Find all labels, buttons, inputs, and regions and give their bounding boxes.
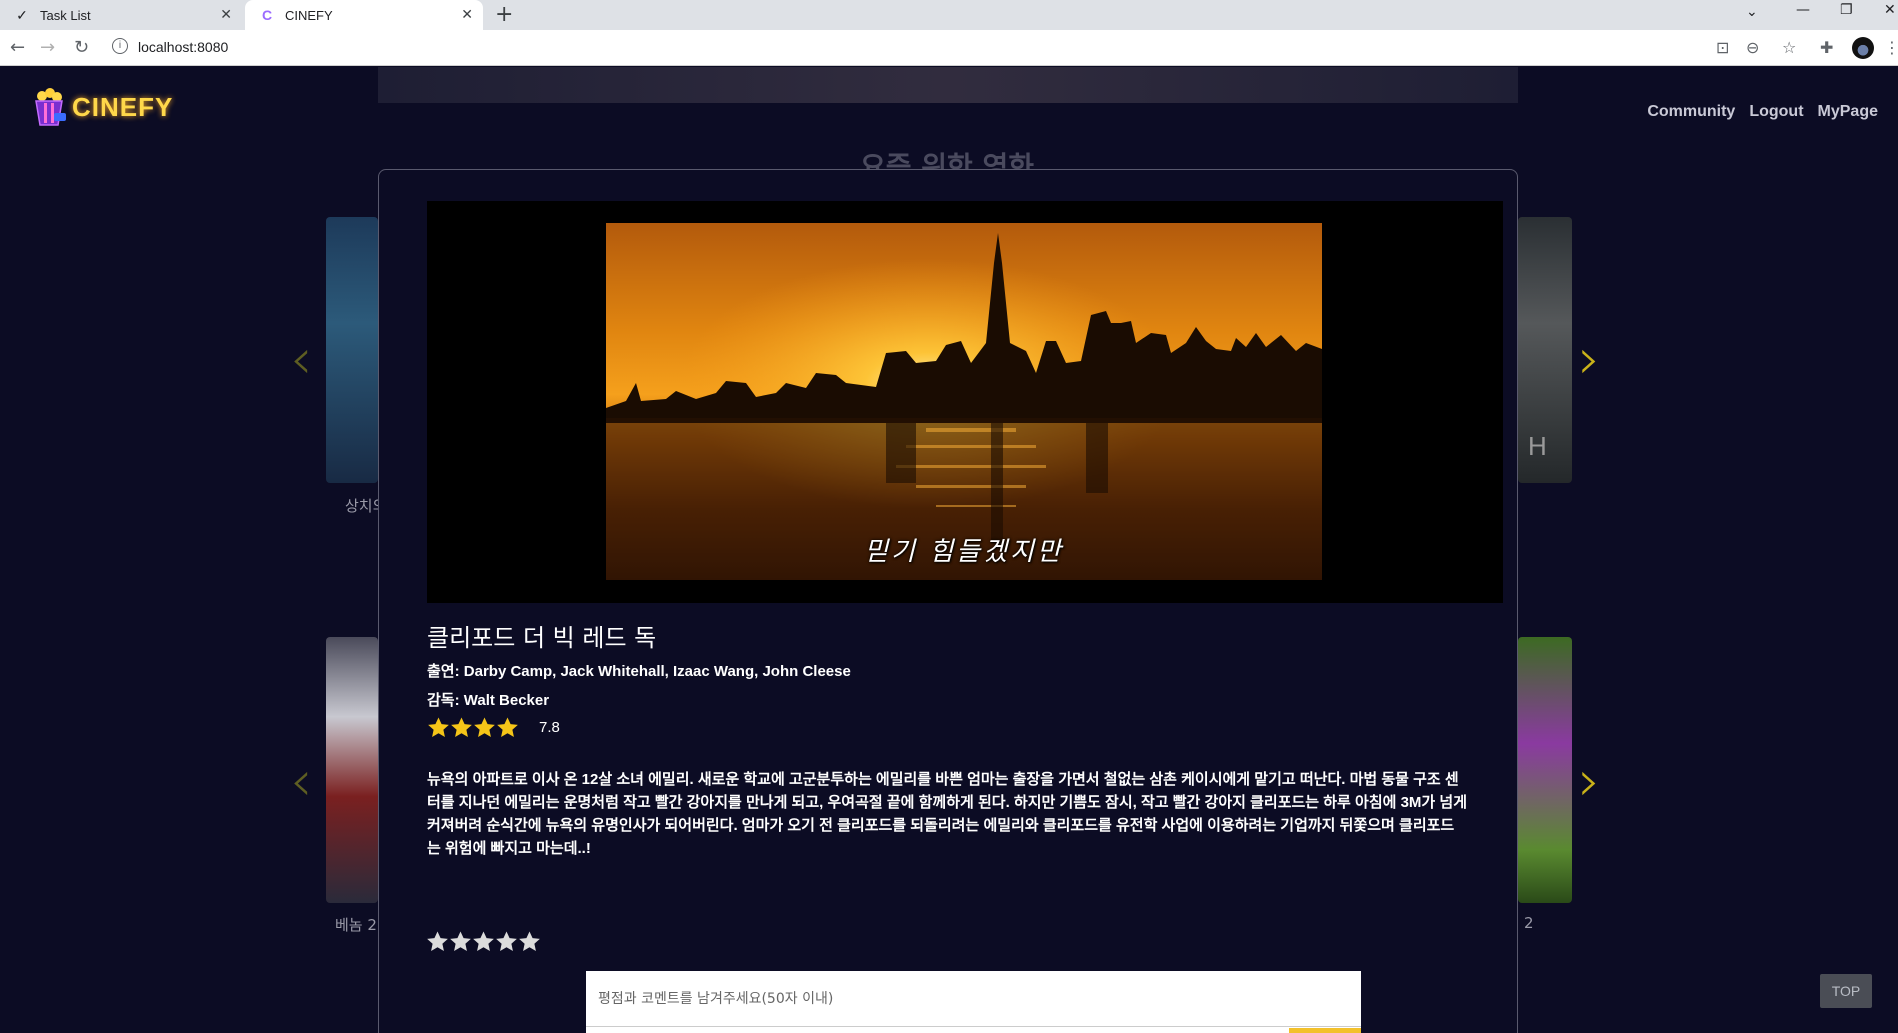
tab-search-icon[interactable]: ⌄ — [1746, 4, 1758, 20]
movie-cast: 출연: Darby Camp, Jack Whitehall, Izaac Wa… — [427, 663, 851, 680]
address-bar[interactable]: localhost:8080 — [138, 39, 228, 55]
browser-tab-bar: ✓ Task List ✕ C CINEFY ✕ + ⌄ — ❐ ✕ — [0, 0, 1898, 30]
movie-poster[interactable] — [1518, 637, 1572, 903]
carousel-next-arrow[interactable]: › — [1578, 749, 1600, 814]
back-icon[interactable]: ← — [10, 37, 25, 58]
star-empty-icon[interactable] — [472, 930, 495, 953]
movie-poster[interactable] — [326, 217, 378, 483]
site-info-icon[interactable]: i — [112, 38, 128, 54]
reload-icon[interactable]: ↻ — [74, 37, 89, 58]
star-empty-icon[interactable] — [449, 930, 472, 953]
comment-input[interactable] — [586, 971, 1361, 1027]
browser-tab-cinefy[interactable]: C CINEFY ✕ — [245, 0, 483, 30]
new-tab-icon[interactable]: + — [495, 2, 513, 27]
rating-value: 7.8 — [539, 719, 560, 736]
close-icon[interactable]: ✕ — [461, 6, 473, 23]
popcorn-logo-icon — [30, 87, 68, 127]
check-icon: ✓ — [16, 6, 28, 23]
bookmark-star-icon[interactable]: ☆ — [1782, 38, 1796, 57]
extensions-icon[interactable]: ✚ — [1820, 38, 1833, 57]
star-filled-icon — [451, 717, 472, 737]
carousel-prev-arrow[interactable]: ‹ — [290, 749, 312, 814]
star-filled-icon — [474, 717, 495, 737]
star-filled-icon — [428, 717, 449, 737]
page: CINEFY Community Logout MyPage 요즘 위한 영화 … — [0, 67, 1898, 1033]
star-empty-icon[interactable] — [518, 930, 541, 953]
logo-text: CINEFY — [72, 91, 174, 122]
logo[interactable]: CINEFY — [30, 87, 173, 127]
star-filled-icon — [497, 717, 518, 737]
cinefy-favicon: C — [261, 7, 273, 23]
browser-toolbar: ← → ↻ i localhost:8080 ⊡ ⊖ ☆ ✚ ⋮ — [0, 30, 1898, 66]
translate-icon[interactable]: ⊡ — [1716, 38, 1729, 57]
top-nav: Community Logout MyPage — [1647, 103, 1878, 121]
movie-title: 클리포드 더 빅 레드 독 — [427, 624, 657, 652]
movie-director: 감독: Walt Becker — [427, 692, 550, 709]
browser-tab-task-list[interactable]: ✓ Task List ✕ — [0, 0, 242, 30]
close-icon[interactable]: ✕ — [220, 6, 232, 23]
zoom-icon[interactable]: ⊖ — [1746, 38, 1759, 57]
movie-detail-modal: 믿기 힘들겠지만 클리포드 더 빅 레드 독 출연: Darby Camp, J… — [378, 169, 1518, 1033]
movie-poster[interactable]: H — [1518, 217, 1572, 483]
video-subtitle: 믿기 힘들겠지만 — [864, 537, 1064, 567]
movie-rating: 7.8 — [427, 716, 560, 739]
tab-title: Task List — [40, 7, 91, 23]
restore-icon[interactable]: ❐ — [1840, 2, 1853, 18]
scroll-top-button[interactable]: TOP — [1820, 974, 1872, 1008]
star-empty-icon[interactable] — [495, 930, 518, 953]
hero-banner — [378, 67, 1518, 103]
movie-title: 2 — [1524, 914, 1534, 932]
nav-community[interactable]: Community — [1647, 103, 1735, 121]
movie-poster[interactable] — [326, 637, 378, 903]
carousel-next-arrow[interactable]: › — [1578, 327, 1600, 392]
star-empty-icon[interactable] — [426, 930, 449, 953]
window-close-icon[interactable]: ✕ — [1884, 2, 1896, 18]
tab-title: CINEFY — [285, 7, 333, 23]
trailer-video[interactable]: 믿기 힘들겠지만 — [427, 201, 1503, 603]
video-frame: 믿기 힘들겠지만 — [606, 223, 1322, 580]
movie-title: 베놈 2 — [335, 916, 377, 934]
carousel-prev-arrow[interactable]: ‹ — [290, 327, 312, 392]
forward-icon[interactable]: → — [40, 37, 55, 58]
user-rating-stars — [426, 930, 541, 953]
minimize-icon[interactable]: — — [1796, 2, 1810, 18]
menu-icon[interactable]: ⋮ — [1884, 38, 1898, 57]
comment-submit-button[interactable]: 작성 — [1289, 1028, 1361, 1033]
profile-avatar[interactable] — [1852, 37, 1874, 59]
movie-synopsis: 뉴욕의 아파트로 이사 온 12살 소녀 에밀리. 새로운 학교에 고군분투하는… — [427, 771, 1467, 857]
nav-logout[interactable]: Logout — [1749, 103, 1803, 121]
comment-form: 작성 — [586, 971, 1361, 1033]
nav-mypage[interactable]: MyPage — [1818, 103, 1878, 121]
